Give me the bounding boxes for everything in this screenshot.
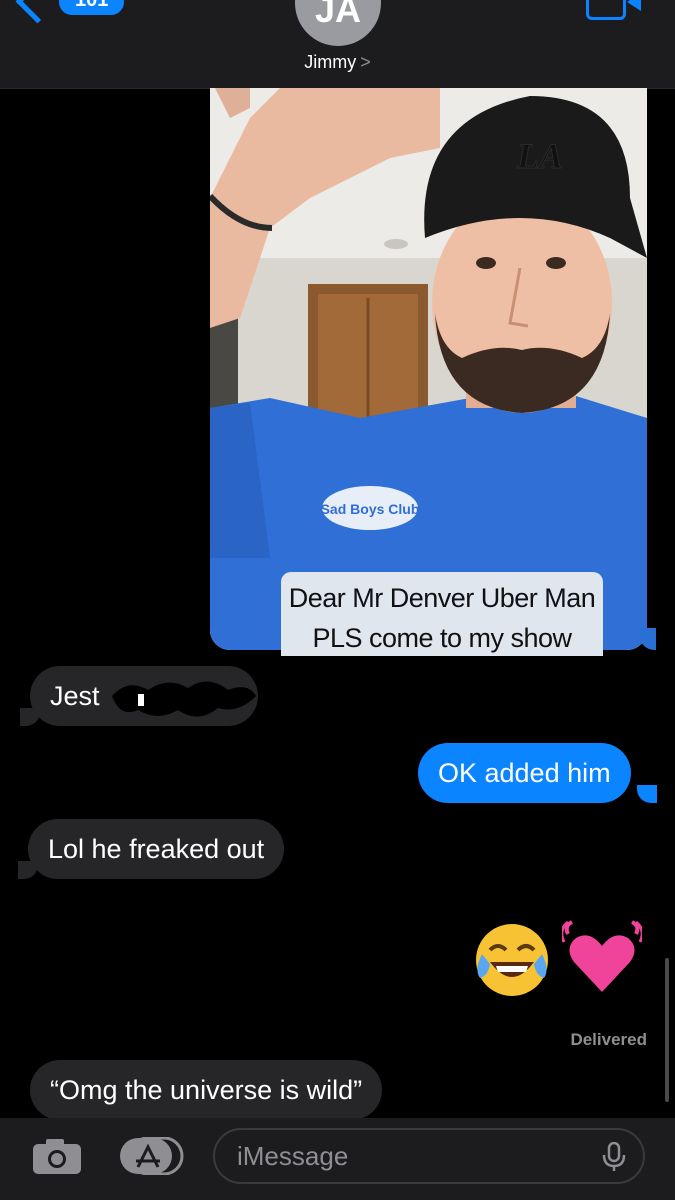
incoming-message-bubble[interactable]: Lol he freaked out bbox=[28, 819, 285, 879]
delivered-status: Delivered bbox=[570, 1030, 647, 1049]
incoming-bubble-tail bbox=[20, 708, 40, 726]
message-text: “Omg the universe is wild” bbox=[50, 1075, 363, 1105]
chevron-right-icon: > bbox=[360, 52, 371, 72]
outgoing-bubble-tail bbox=[637, 785, 657, 803]
photo-caption: Dear Mr Denver Uber Man PLS come to my s… bbox=[281, 572, 603, 656]
contact-name-button[interactable]: Jimmy > bbox=[0, 52, 675, 73]
redaction-scribble bbox=[112, 681, 256, 717]
camera-icon[interactable] bbox=[32, 1137, 82, 1175]
contact-name: Jimmy bbox=[304, 52, 357, 72]
app-store-icon[interactable] bbox=[120, 1137, 184, 1175]
photo-bubble-tail bbox=[640, 628, 656, 650]
chevron-left-icon bbox=[15, 0, 60, 24]
message-text: OK added him bbox=[438, 758, 611, 788]
outgoing-message-bubble[interactable]: OK added him bbox=[418, 743, 631, 803]
incoming-bubble-tail bbox=[18, 861, 38, 879]
selfie-photo: Sad Boys Club LA bbox=[210, 88, 647, 650]
face-with-tears-of-joy-emoji[interactable] bbox=[472, 920, 552, 1000]
cap-logo-text: LA bbox=[516, 136, 563, 176]
scrollbar[interactable] bbox=[665, 958, 669, 1102]
photo-message[interactable]: Sad Boys Club LA bbox=[210, 88, 647, 650]
message-text: Lol he freaked out bbox=[48, 834, 265, 864]
contact-avatar[interactable]: JA bbox=[295, 0, 381, 46]
conversation-header: 101 JA Jimmy> bbox=[0, 0, 675, 89]
shirt-logo-text: Sad Boys Club bbox=[321, 501, 420, 517]
unread-count-badge: 101 bbox=[59, 0, 125, 15]
message-input-placeholder: iMessage bbox=[237, 1141, 349, 1171]
incoming-message-bubble[interactable]: “Omg the universe is wild” bbox=[30, 1060, 383, 1120]
photo-caption-text: Dear Mr Denver Uber Man PLS come to my s… bbox=[288, 583, 596, 653]
message-text: Jest bbox=[50, 681, 100, 711]
microphone-icon[interactable] bbox=[601, 1142, 627, 1172]
back-button[interactable]: 101 bbox=[15, 0, 125, 24]
message-input[interactable]: iMessage bbox=[213, 1128, 645, 1184]
facetime-video-icon[interactable] bbox=[586, 0, 641, 20]
beating-heart-emoji[interactable] bbox=[562, 920, 642, 1000]
